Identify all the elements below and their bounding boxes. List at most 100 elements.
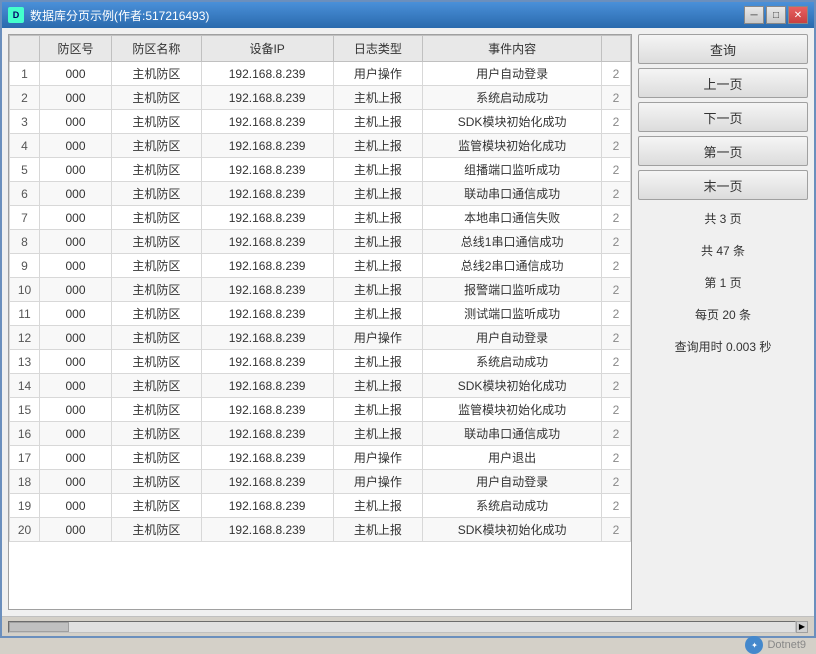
cell-log-type: 用户操作 — [333, 62, 423, 86]
cell-ip: 192.168.8.239 — [201, 446, 333, 470]
scrollbar-track[interactable] — [8, 621, 796, 633]
main-window: D 数据库分页示例(作者:517216493) ─ □ ✕ 防区号 防区名称 设… — [0, 0, 816, 638]
col-log-type: 日志类型 — [333, 36, 423, 62]
cell-zone-id: 000 — [40, 422, 112, 446]
cell-num: 13 — [10, 350, 40, 374]
cell-event: 监管模块初始化成功 — [423, 398, 602, 422]
table-row[interactable]: 9 000 主机防区 192.168.8.239 主机上报 总线2串口通信成功 … — [10, 254, 631, 278]
cell-extra: 2 — [602, 182, 631, 206]
cell-num: 9 — [10, 254, 40, 278]
watermark: ✦ Dotnet9 — [745, 636, 806, 654]
window-icon: D — [8, 7, 24, 23]
cell-event: 组播端口监听成功 — [423, 158, 602, 182]
cell-ip: 192.168.8.239 — [201, 182, 333, 206]
cell-log-type: 用户操作 — [333, 446, 423, 470]
cell-ip: 192.168.8.239 — [201, 62, 333, 86]
cell-extra: 2 — [602, 302, 631, 326]
table-row[interactable]: 3 000 主机防区 192.168.8.239 主机上报 SDK模块初始化成功… — [10, 110, 631, 134]
query-button[interactable]: 查询 — [638, 34, 808, 64]
close-button[interactable]: ✕ — [788, 6, 808, 24]
next-page-button[interactable]: 下一页 — [638, 102, 808, 132]
table-row[interactable]: 10 000 主机防区 192.168.8.239 主机上报 报警端口监听成功 … — [10, 278, 631, 302]
cell-extra: 2 — [602, 230, 631, 254]
cell-zone-name: 主机防区 — [112, 134, 202, 158]
scrollbar-thumb[interactable] — [9, 622, 69, 632]
cell-log-type: 主机上报 — [333, 278, 423, 302]
table-row[interactable]: 15 000 主机防区 192.168.8.239 主机上报 监管模块初始化成功… — [10, 398, 631, 422]
cell-zone-name: 主机防区 — [112, 86, 202, 110]
table-row[interactable]: 20 000 主机防区 192.168.8.239 主机上报 SDK模块初始化成… — [10, 518, 631, 542]
cell-zone-id: 000 — [40, 230, 112, 254]
cell-log-type: 主机上报 — [333, 518, 423, 542]
cell-zone-id: 000 — [40, 254, 112, 278]
cell-event: 联动串口通信成功 — [423, 182, 602, 206]
cell-extra: 2 — [602, 398, 631, 422]
table-row[interactable]: 13 000 主机防区 192.168.8.239 主机上报 系统启动成功 2 — [10, 350, 631, 374]
col-zone-id: 防区号 — [40, 36, 112, 62]
cell-extra: 2 — [602, 134, 631, 158]
cell-event: 系统启动成功 — [423, 494, 602, 518]
cell-event: 用户自动登录 — [423, 470, 602, 494]
cell-extra: 2 — [602, 518, 631, 542]
maximize-button[interactable]: □ — [766, 6, 786, 24]
table-row[interactable]: 6 000 主机防区 192.168.8.239 主机上报 联动串口通信成功 2 — [10, 182, 631, 206]
cell-num: 1 — [10, 62, 40, 86]
table-row[interactable]: 2 000 主机防区 192.168.8.239 主机上报 系统启动成功 2 — [10, 86, 631, 110]
title-bar-text: D 数据库分页示例(作者:517216493) — [8, 7, 209, 24]
table-area[interactable]: 防区号 防区名称 设备IP 日志类型 事件内容 1 000 主机防区 192.1… — [8, 34, 632, 610]
table-row[interactable]: 14 000 主机防区 192.168.8.239 主机上报 SDK模块初始化成… — [10, 374, 631, 398]
bottom-bar: ▶ — [2, 616, 814, 636]
cell-log-type: 主机上报 — [333, 302, 423, 326]
cell-event: 用户自动登录 — [423, 326, 602, 350]
table-row[interactable]: 12 000 主机防区 192.168.8.239 用户操作 用户自动登录 2 — [10, 326, 631, 350]
table-row[interactable]: 1 000 主机防区 192.168.8.239 用户操作 用户自动登录 2 — [10, 62, 631, 86]
cell-zone-id: 000 — [40, 182, 112, 206]
cell-extra: 2 — [602, 350, 631, 374]
prev-page-button[interactable]: 上一页 — [638, 68, 808, 98]
cell-log-type: 主机上报 — [333, 134, 423, 158]
cell-event: 总线2串口通信成功 — [423, 254, 602, 278]
table-row[interactable]: 11 000 主机防区 192.168.8.239 主机上报 测试端口监听成功 … — [10, 302, 631, 326]
cell-zone-name: 主机防区 — [112, 110, 202, 134]
last-page-button[interactable]: 末一页 — [638, 170, 808, 200]
table-row[interactable]: 17 000 主机防区 192.168.8.239 用户操作 用户退出 2 — [10, 446, 631, 470]
table-row[interactable]: 18 000 主机防区 192.168.8.239 用户操作 用户自动登录 2 — [10, 470, 631, 494]
cell-log-type: 主机上报 — [333, 254, 423, 278]
cell-ip: 192.168.8.239 — [201, 86, 333, 110]
cell-log-type: 主机上报 — [333, 182, 423, 206]
cell-extra: 2 — [602, 494, 631, 518]
cell-zone-name: 主机防区 — [112, 302, 202, 326]
col-event: 事件内容 — [423, 36, 602, 62]
cell-log-type: 用户操作 — [333, 326, 423, 350]
cell-log-type: 主机上报 — [333, 230, 423, 254]
cell-extra: 2 — [602, 446, 631, 470]
cell-ip: 192.168.8.239 — [201, 302, 333, 326]
cell-event: 测试端口监听成功 — [423, 302, 602, 326]
cell-ip: 192.168.8.239 — [201, 470, 333, 494]
table-row[interactable]: 8 000 主机防区 192.168.8.239 主机上报 总线1串口通信成功 … — [10, 230, 631, 254]
scrollbar-right-arrow[interactable]: ▶ — [796, 621, 808, 633]
first-page-button[interactable]: 第一页 — [638, 136, 808, 166]
cell-ip: 192.168.8.239 — [201, 158, 333, 182]
cell-event: 系统启动成功 — [423, 350, 602, 374]
table-row[interactable]: 4 000 主机防区 192.168.8.239 主机上报 监管模块初始化成功 … — [10, 134, 631, 158]
cell-extra: 2 — [602, 110, 631, 134]
cell-zone-name: 主机防区 — [112, 350, 202, 374]
cell-num: 11 — [10, 302, 40, 326]
table-row[interactable]: 5 000 主机防区 192.168.8.239 主机上报 组播端口监听成功 2 — [10, 158, 631, 182]
cell-zone-id: 000 — [40, 350, 112, 374]
cell-num: 19 — [10, 494, 40, 518]
table-row[interactable]: 19 000 主机防区 192.168.8.239 主机上报 系统启动成功 2 — [10, 494, 631, 518]
cell-event: SDK模块初始化成功 — [423, 374, 602, 398]
cell-extra: 2 — [602, 206, 631, 230]
title-buttons: ─ □ ✕ — [744, 6, 808, 24]
cell-zone-id: 000 — [40, 326, 112, 350]
cell-event: 系统启动成功 — [423, 86, 602, 110]
cell-log-type: 主机上报 — [333, 206, 423, 230]
cell-zone-name: 主机防区 — [112, 230, 202, 254]
cell-zone-id: 000 — [40, 446, 112, 470]
table-row[interactable]: 7 000 主机防区 192.168.8.239 主机上报 本地串口通信失败 2 — [10, 206, 631, 230]
cell-log-type: 主机上报 — [333, 494, 423, 518]
table-row[interactable]: 16 000 主机防区 192.168.8.239 主机上报 联动串口通信成功 … — [10, 422, 631, 446]
minimize-button[interactable]: ─ — [744, 6, 764, 24]
